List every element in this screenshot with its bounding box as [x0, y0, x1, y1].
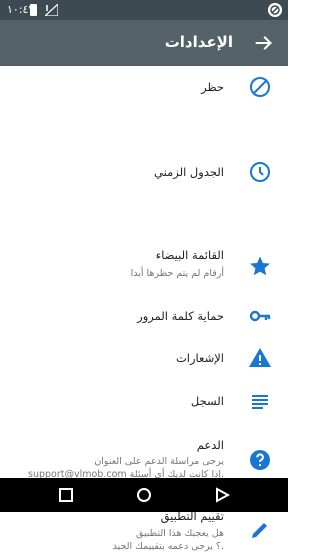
page-title: الإعدادات	[164, 33, 233, 51]
signal-icon	[45, 4, 58, 16]
setting-sub-whitelist: أرقام لم يتم حظرها أبدا	[130, 268, 224, 279]
help-icon	[250, 450, 270, 470]
block-icon	[250, 77, 270, 97]
back-arrow-icon[interactable]	[253, 32, 275, 54]
status-bar: ١٠:٤٧	[0, 0, 288, 20]
pencil-icon	[252, 523, 267, 538]
nav-bar	[0, 478, 288, 512]
app-bar: الإعدادات	[0, 20, 288, 66]
setting-label-support: الدعم	[196, 438, 224, 452]
warning-icon	[249, 348, 271, 367]
setting-sub-rate-line2: ؟ يرجى دعمه بتقييمك الجيد.	[112, 541, 224, 552]
star-icon	[250, 256, 270, 276]
shield-icon	[268, 3, 282, 17]
back-icon[interactable]	[214, 487, 230, 503]
setting-label-log: السجل	[190, 394, 224, 408]
setting-sub-support-line1: يرجى مراسلة الدعم على العنوان	[94, 456, 224, 467]
setting-label-password: حماية كلمة المرور	[137, 309, 224, 323]
settings-list: حظر الجدول الزمني القائمة البيضاء أرقام …	[0, 66, 288, 552]
recents-icon[interactable]	[58, 487, 74, 503]
setting-label-block: حظر	[201, 80, 224, 94]
setting-item-schedule[interactable]: الجدول الزمني	[0, 109, 288, 182]
key-icon	[249, 310, 271, 322]
home-icon[interactable]	[136, 487, 152, 503]
setting-label-notifications: الإشعارات	[175, 351, 224, 365]
setting-sub-rate-line1: هل يعجبك هذا التطبيق	[136, 528, 224, 539]
setting-label-schedule: الجدول الزمني	[154, 165, 224, 179]
list-lines-icon	[252, 395, 268, 409]
clock-icon	[250, 162, 270, 182]
battery-icon	[30, 4, 37, 16]
setting-item-block[interactable]: حظر	[0, 66, 288, 109]
setting-label-whitelist: القائمة البيضاء	[155, 248, 224, 262]
